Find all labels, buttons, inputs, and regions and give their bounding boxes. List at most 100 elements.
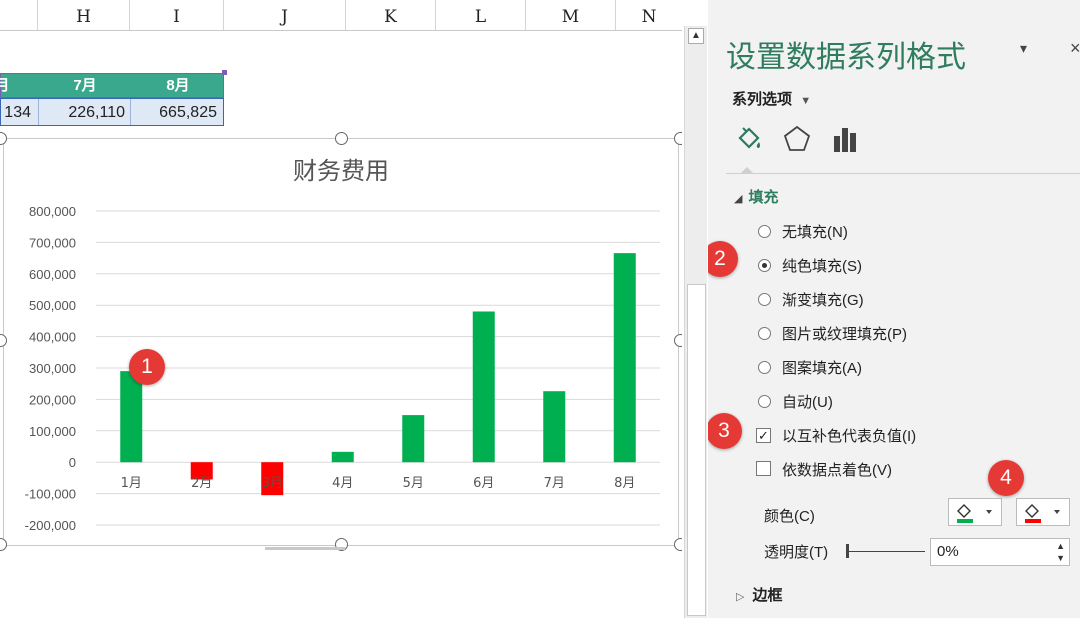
annotation-badge-2: 2 xyxy=(708,241,738,277)
column-header-g[interactable] xyxy=(0,0,38,30)
checkbox-invert-if-negative[interactable]: ✓ xyxy=(756,428,771,443)
pane-title: 设置数据系列格式 xyxy=(726,41,966,74)
option-solid-fill[interactable]: 纯色填充(S) xyxy=(782,255,862,276)
y-tick-label: 500,000 xyxy=(29,298,76,313)
x-tick-label: 2月 xyxy=(191,476,212,491)
radio-no-fill[interactable] xyxy=(758,225,771,238)
table-header-row[interactable]: 月 7月 8月 xyxy=(0,70,227,98)
chart-canvas[interactable]: 财务费用 800,000 700,000 600,000 500,000 400,000… xyxy=(4,139,678,545)
chart-resize-handle[interactable] xyxy=(674,538,682,551)
chart-bar[interactable] xyxy=(472,311,495,463)
radio-automatic[interactable] xyxy=(758,395,771,408)
x-tick-label: 4月 xyxy=(332,476,353,491)
transparency-value[interactable]: 0% xyxy=(937,543,959,560)
x-tick-label: 8月 xyxy=(614,476,635,491)
y-tick-label: 600,000 xyxy=(29,267,76,282)
spin-arrows-icon[interactable]: ▲ ▼ xyxy=(1056,540,1065,564)
chart-bar[interactable] xyxy=(331,451,354,463)
x-tick-label: 1月 xyxy=(121,476,142,491)
scroll-thumb[interactable] xyxy=(687,284,706,616)
table-header-cell[interactable]: 8月 xyxy=(131,74,225,97)
format-data-series-pane: 设置数据系列格式 ▾ × 系列选项 ▼ ◢ 填充 无填充(N) 纯色填充(S) 渐… xyxy=(708,0,1080,618)
color-label: 颜色(C) xyxy=(764,508,815,525)
option-pattern-fill[interactable]: 图案填充(A) xyxy=(782,357,862,378)
table-cell[interactable]: 134 xyxy=(0,99,37,125)
column-header[interactable]: N xyxy=(616,0,682,30)
close-icon[interactable]: × xyxy=(1070,38,1080,59)
scroll-up-arrow-icon[interactable]: ▲ xyxy=(688,28,704,44)
column-header[interactable]: K xyxy=(346,0,436,30)
table-data-row[interactable]: 134 226,110 665,825 xyxy=(0,98,224,126)
chart-bar[interactable] xyxy=(402,415,425,463)
option-no-fill[interactable]: 无填充(N) xyxy=(782,221,848,242)
column-header[interactable]: L xyxy=(436,0,526,30)
table-header-cell[interactable]: 7月 xyxy=(39,74,131,97)
tab-divider xyxy=(726,173,1080,174)
transparency-label: 透明度(T) xyxy=(764,544,829,561)
chart-title[interactable]: 财务费用 xyxy=(293,157,389,185)
chart-bar[interactable] xyxy=(543,391,566,463)
effects-pentagon-icon[interactable] xyxy=(780,122,814,156)
spreadsheet-area[interactable]: H I J K L M N 月 7月 8月 134 226,110 665,82… xyxy=(0,0,682,618)
y-tick-label: 800,000 xyxy=(29,204,76,219)
chart-resize-handle[interactable] xyxy=(674,334,682,347)
x-tick-label: 6月 xyxy=(473,476,494,491)
column-header[interactable]: H xyxy=(38,0,130,30)
column-header[interactable]: J xyxy=(224,0,346,30)
annotation-badge-1: 1 xyxy=(129,349,165,385)
series-options-dropdown[interactable]: 系列选项 ▼ xyxy=(732,88,811,109)
border-section-header[interactable]: ▷ 边框 xyxy=(736,584,782,605)
collapse-triangle-icon: ◢ xyxy=(734,193,743,205)
invert-color-button[interactable] xyxy=(1016,498,1070,526)
annotation-badge-4: 4 xyxy=(988,460,1024,496)
y-tick-label: -100,000 xyxy=(25,487,76,502)
table-header-cell[interactable]: 月 xyxy=(0,74,19,97)
x-tick-label: 7月 xyxy=(544,476,565,491)
chevron-down-icon: ▼ xyxy=(800,95,812,107)
expand-triangle-icon: ▷ xyxy=(736,591,745,603)
y-tick-label: -200,000 xyxy=(25,518,76,533)
fill-section-header[interactable]: ◢ 填充 xyxy=(734,186,778,207)
y-tick-label: 0 xyxy=(69,455,76,470)
chart-bar[interactable] xyxy=(120,371,143,463)
y-tick-label: 100,000 xyxy=(29,424,76,439)
border-heading: 边框 xyxy=(752,587,783,604)
y-tick-label: 200,000 xyxy=(29,392,76,407)
radio-picture-fill[interactable] xyxy=(758,327,771,340)
annotation-badge-3: 3 xyxy=(708,413,742,449)
label-invert-if-negative[interactable]: 以互补色代表负值(I) xyxy=(782,425,916,446)
chart-bar[interactable] xyxy=(613,253,636,463)
table-cell[interactable]: 226,110 xyxy=(39,99,131,125)
y-tick-label: 700,000 xyxy=(29,235,76,250)
table-cell[interactable]: 665,825 xyxy=(131,99,223,125)
label-vary-by-point[interactable]: 依数据点着色(V) xyxy=(782,459,892,480)
vertical-scrollbar[interactable]: ▲ xyxy=(684,26,707,618)
option-automatic[interactable]: 自动(U) xyxy=(782,391,833,412)
option-gradient-fill[interactable]: 渐变填充(G) xyxy=(782,289,864,310)
range-handle[interactable] xyxy=(222,70,227,75)
radio-gradient-fill[interactable] xyxy=(758,293,771,306)
bar-chart-icon[interactable] xyxy=(828,122,862,156)
chart-resize-handle[interactable] xyxy=(335,132,348,145)
transparency-slider-track[interactable] xyxy=(849,551,925,552)
column-header-bar: H I J K L M N xyxy=(0,0,682,31)
transparency-spinbox[interactable]: 0% ▲ ▼ xyxy=(930,538,1070,566)
pane-options-chevron-icon[interactable]: ▾ xyxy=(1020,40,1027,57)
series-options-label: 系列选项 xyxy=(732,91,793,108)
y-tick-label: 300,000 xyxy=(29,361,76,376)
fill-line-icon[interactable] xyxy=(732,122,766,156)
column-header[interactable]: I xyxy=(130,0,224,30)
x-tick-label: 3月 xyxy=(262,476,283,491)
column-header[interactable]: M xyxy=(526,0,616,30)
tab-pointer xyxy=(740,167,754,174)
option-picture-fill[interactable]: 图片或纹理填充(P) xyxy=(782,323,907,344)
checkbox-vary-by-point[interactable] xyxy=(756,461,771,476)
chart-resize-handle[interactable] xyxy=(674,132,682,145)
chart-object[interactable]: 财务费用 800,000 700,000 600,000 500,000 400,000… xyxy=(3,138,679,546)
fill-heading: 填充 xyxy=(748,189,779,206)
radio-pattern-fill[interactable] xyxy=(758,361,771,374)
horizontal-scroll-thumb[interactable] xyxy=(265,547,345,550)
fill-color-button[interactable] xyxy=(948,498,1002,526)
radio-solid-fill[interactable] xyxy=(758,259,771,272)
x-tick-label: 5月 xyxy=(403,476,424,491)
